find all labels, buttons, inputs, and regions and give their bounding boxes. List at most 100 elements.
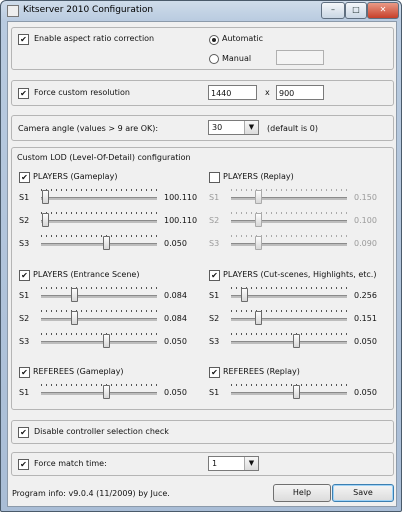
slider-thumb[interactable] [254,311,262,325]
manual-label: Manual [222,54,252,63]
slider-thumb[interactable] [292,385,300,399]
resolution-checkbox[interactable]: ✔ [18,88,29,99]
lod-group-label: REFEREES (Replay) [223,367,300,376]
lod-slider[interactable] [41,234,157,252]
slider-ticks [41,287,157,289]
slider-value: 0.084 [164,314,187,323]
help-button[interactable]: Help [273,484,331,502]
slider-track [231,220,347,223]
slider-name-label: S1 [19,388,30,397]
title-bar[interactable]: Kitserver 2010 Configuration – □ ✕ [1,1,401,21]
slider-track [231,392,347,395]
close-button[interactable]: ✕ [367,2,399,19]
controller-checkbox[interactable]: ✔ [18,427,29,438]
lod-group-checkbox[interactable]: ✔ [209,367,220,378]
slider-thumb[interactable] [102,334,110,348]
slider-thumb[interactable] [102,385,110,399]
lod-slider[interactable] [231,234,347,252]
width-field[interactable]: 1440 [208,85,257,100]
camera-hint: (default is 0) [267,124,318,133]
radio-dot [212,38,216,42]
save-button[interactable]: Save [332,484,394,502]
chevron-down-icon: ▼ [244,457,258,470]
automatic-radio[interactable] [209,35,219,45]
slider-ticks [41,384,157,386]
slider-value: 100.110 [164,193,198,202]
slider-ticks [231,287,347,289]
slider-ticks [231,235,347,237]
chevron-down-icon: ▼ [244,121,258,134]
camera-angle-select[interactable]: 30 ▼ [208,120,259,135]
slider-thumb[interactable] [42,190,50,204]
lod-slider[interactable] [231,309,347,327]
slider-name-label: S2 [209,216,220,225]
controller-group: ✔ Disable controller selection check [11,420,394,444]
slider-name-label: S3 [209,239,220,248]
lod-slider[interactable] [41,383,157,401]
slider-name-label: S1 [19,193,30,202]
slider-track [41,392,157,395]
lod-slider[interactable] [41,332,157,350]
lod-subgroup: ✔ PLAYERS (Cut-scenes, Highlights, etc.) S… [209,268,389,363]
slider-ticks [231,333,347,335]
lod-slider[interactable] [231,286,347,304]
slider-name-label: S3 [209,337,220,346]
lod-slider[interactable] [231,211,347,229]
client-area: ✔ Enable aspect ratio correction Automat… [7,21,397,507]
maximize-button[interactable]: □ [345,2,367,19]
lod-slider[interactable] [231,332,347,350]
slider-thumb[interactable] [71,288,79,302]
slider-track [41,220,157,223]
minimize-button[interactable]: – [321,2,345,19]
close-icon: ✕ [379,5,387,14]
lod-group-label: REFEREES (Gameplay) [33,367,124,376]
lod-slider[interactable] [231,383,347,401]
match-time-select[interactable]: 1 ▼ [208,456,259,471]
slider-value: 0.256 [354,291,377,300]
app-icon [7,5,19,17]
slider-thumb[interactable] [254,236,262,250]
slider-thumb[interactable] [254,213,262,227]
camera-angle-value: 30 [212,123,223,132]
lod-group-checkbox[interactable]: ✔ [209,270,220,281]
slider-name-label: S1 [209,388,220,397]
slider-value: 0.151 [354,314,377,323]
lod-group-checkbox[interactable] [209,172,220,183]
lod-group-checkbox[interactable]: ✔ [19,270,30,281]
aspect-ratio-group: ✔ Enable aspect ratio correction Automat… [11,27,394,70]
height-field[interactable]: 900 [276,85,324,100]
lod-slider[interactable] [41,286,157,304]
aspect-ratio-label: Enable aspect ratio correction [34,34,155,43]
slider-name-label: S2 [209,314,220,323]
slider-thumb[interactable] [254,190,262,204]
slider-value: 0.090 [354,239,377,248]
slider-value: 0.100 [354,216,377,225]
slider-value: 0.050 [164,239,187,248]
slider-value: 0.050 [354,337,377,346]
slider-thumb[interactable] [240,288,248,302]
lod-slider[interactable] [41,309,157,327]
minimize-icon: – [331,5,335,14]
lod-slider[interactable] [231,188,347,206]
slider-thumb[interactable] [102,236,110,250]
manual-ratio-field[interactable] [276,50,324,65]
slider-ticks [231,310,347,312]
lod-group-checkbox[interactable]: ✔ [19,367,30,378]
slider-ticks [41,333,157,335]
lod-group-checkbox[interactable]: ✔ [19,172,30,183]
app-window: Kitserver 2010 Configuration – □ ✕ ✔ Ena… [0,0,402,512]
match-time-checkbox[interactable]: ✔ [18,459,29,470]
lod-slider[interactable] [41,188,157,206]
aspect-ratio-checkbox[interactable]: ✔ [18,34,29,45]
slider-thumb[interactable] [292,334,300,348]
lod-slider[interactable] [41,211,157,229]
slider-value: 0.050 [164,388,187,397]
manual-radio[interactable] [209,54,219,64]
slider-ticks [231,189,347,191]
slider-thumb[interactable] [42,213,50,227]
lod-subgroup: ✔ REFEREES (Replay) S1 0.050 [209,365,389,460]
maximize-icon: □ [352,5,360,14]
slider-track [231,197,347,200]
resolution-separator: x [265,88,270,97]
slider-thumb[interactable] [71,311,79,325]
